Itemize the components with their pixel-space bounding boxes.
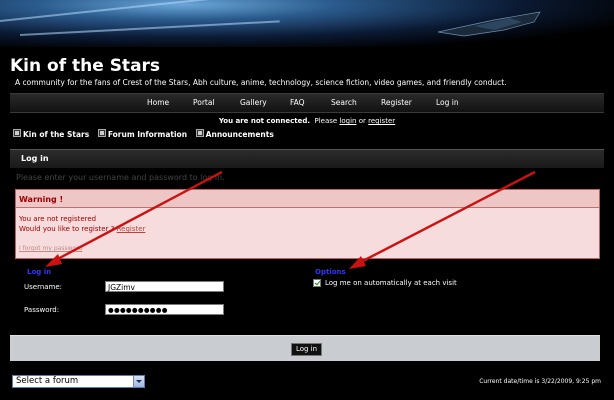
login-prompt: Please enter your username and password … (16, 173, 225, 182)
breadcrumb-forum-information[interactable]: Forum Information (97, 129, 188, 139)
username-label: Username: (24, 283, 63, 291)
connection-or: or (358, 117, 366, 125)
connection-status-text: You are not connected. (218, 117, 311, 125)
nav-home[interactable]: Home (147, 98, 169, 107)
login-section-header: Log in (10, 149, 604, 168)
warning-header: Warning ! (16, 190, 599, 208)
password-input[interactable]: ●●●●●●●●●● (105, 304, 224, 315)
register-link[interactable]: register (368, 117, 395, 125)
warning-title: Warning ! (19, 195, 64, 204)
site-description: A community for the fans of Crest of the… (15, 78, 507, 87)
autologin-label: Log me on automatically at each visit (325, 279, 457, 287)
warning-box: Warning ! You are not registered Would y… (15, 189, 600, 259)
folder-icon (195, 129, 204, 137)
section-title: Log in (21, 154, 49, 163)
banner-light-streak (19, 20, 280, 36)
breadcrumb: Kin of the Stars Forum Information Annou… (13, 129, 280, 139)
options-legend: Options (315, 268, 346, 276)
site-title: Kin of the Stars (10, 56, 161, 76)
nav-login[interactable]: Log in (436, 98, 459, 107)
nav-register[interactable]: Register (381, 98, 412, 107)
folder-icon (97, 129, 106, 137)
connection-status: You are not connected. Please login or r… (0, 117, 614, 125)
warning-not-registered: You are not registered (19, 215, 97, 223)
banner-light-streak (0, 0, 229, 22)
nav-gallery[interactable]: Gallery (240, 98, 267, 107)
warning-register-text: Would you like to register ? (19, 225, 115, 233)
header-banner (0, 0, 614, 47)
nav-portal[interactable]: Portal (193, 98, 215, 107)
breadcrumb-home[interactable]: Kin of the Stars (13, 129, 90, 139)
login-submit-button[interactable]: Log in (291, 343, 322, 356)
main-navbar: Home Portal Gallery FAQ Search Register … (10, 93, 604, 113)
folder-icon (13, 129, 21, 137)
current-datetime: Current date/time is 3/22/2009, 9:25 pm (479, 378, 601, 385)
breadcrumb-announcements[interactable]: Announcements (195, 129, 274, 139)
breadcrumb-label: Announcements (205, 130, 274, 139)
warning-register-question: Would you like to register ? Register (19, 225, 145, 233)
password-label: Password: (24, 306, 60, 314)
forum-select[interactable]: Select a forum (12, 375, 145, 388)
nav-search[interactable]: Search (331, 98, 357, 107)
chevron-down-icon[interactable] (133, 376, 144, 387)
spaceship-graphic (437, 11, 541, 37)
connection-please: Please (314, 117, 338, 125)
login-link[interactable]: login (339, 117, 356, 125)
autologin-checkbox[interactable] (313, 279, 321, 287)
warning-register-link[interactable]: Register (117, 225, 146, 233)
nav-faq[interactable]: FAQ (290, 98, 305, 107)
breadcrumb-label: Kin of the Stars (23, 130, 90, 139)
forum-select-value: Select a forum (16, 376, 79, 386)
login-legend: Log in (27, 268, 52, 276)
breadcrumb-label: Forum Information (107, 130, 188, 139)
username-input[interactable]: JGZimv (105, 281, 224, 292)
submit-bar: Log in (10, 335, 600, 361)
forgot-password-link[interactable]: I forgot my password (19, 245, 82, 252)
